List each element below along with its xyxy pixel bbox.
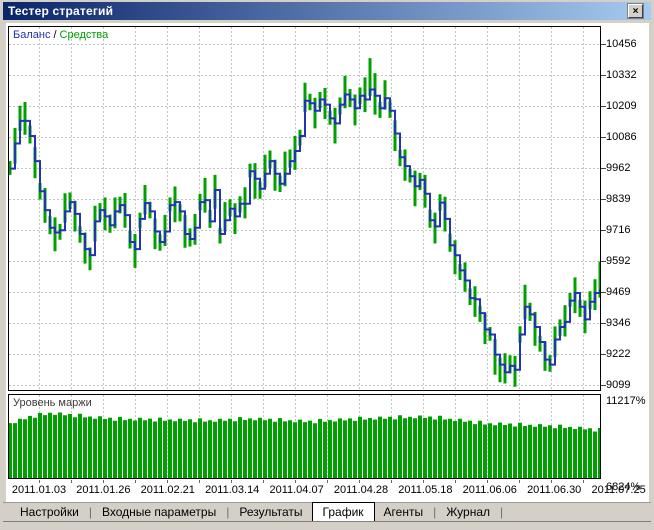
window-title: Тестер стратегий <box>8 4 114 18</box>
x-axis-tick <box>327 480 328 483</box>
tab-grafik[interactable]: График <box>311 502 375 521</box>
tab-5[interactable]: Журнал <box>437 505 499 519</box>
x-axis-label: 2011.04.28 <box>333 484 389 496</box>
tab-4[interactable]: Агенты <box>375 505 433 519</box>
margin-level-plot <box>9 395 600 478</box>
x-axis-tick <box>199 480 200 483</box>
y-axis-label: 9222 <box>606 348 631 360</box>
tab-separator: | <box>500 505 504 519</box>
x-axis-label: 2011.06.30 <box>527 484 582 496</box>
x-axis-label: 2011.03.14 <box>205 484 260 496</box>
x-axis-tick <box>359 480 360 483</box>
x-axis-tick <box>39 480 40 483</box>
balance-equity-chart-panel: Баланс / Средства <box>8 26 601 391</box>
x-axis-tick <box>487 480 488 483</box>
titlebar[interactable]: Тестер стратегий × <box>3 2 651 20</box>
x-axis-tick <box>519 480 520 483</box>
y-axis-label: 10086 <box>606 131 637 143</box>
y-axis-label: 9592 <box>606 255 631 267</box>
y-axis-label: 9839 <box>606 193 631 205</box>
x-axis-label: 2011.05.18 <box>398 484 453 496</box>
tab-bar: Настройки | Входные параметры | Результаты Гр… <box>3 502 651 522</box>
margin-level-chart-panel: Уровень маржи <box>8 394 601 479</box>
x-axis-label: 2011.02.21 <box>140 484 195 496</box>
x-axis-label: 2011.01.26 <box>76 484 131 496</box>
x-axis-tick <box>295 480 296 483</box>
x-axis-tick <box>103 480 104 483</box>
tab-strip: Настройки | Входные параметры | Результаты Гр… <box>11 502 504 521</box>
tester-chart-area: Баланс / Средства Уровень маржи 10456 10332… <box>6 23 649 502</box>
bottom-edge <box>0 523 654 530</box>
x-axis-label: 2011.06.06 <box>462 484 517 496</box>
x-axis-tick <box>135 480 136 483</box>
tab-0[interactable]: Настройки <box>11 505 88 519</box>
tab-1[interactable]: Входные параметры <box>93 505 225 519</box>
y-axis-label: 10332 <box>606 69 637 81</box>
x-axis-tick <box>231 480 232 483</box>
y-axis-label: 9346 <box>606 317 631 329</box>
y-axis-label: 9716 <box>606 224 631 236</box>
y-axis-label: 9962 <box>606 162 631 174</box>
legend-separator: / <box>53 29 57 41</box>
strategy-tester-window: Тестер стратегий × Баланс / Средства Урове… <box>0 0 654 530</box>
y-axis-label: 10209 <box>606 100 637 112</box>
y-axis-label: 10456 <box>606 38 637 50</box>
x-axis-tick <box>423 480 424 483</box>
chart-legend: Баланс / Средства <box>13 29 108 41</box>
y-axis-label: 9099 <box>606 379 631 391</box>
legend-balance-label: Баланс <box>13 29 51 41</box>
x-axis-tick <box>583 480 584 483</box>
x-axis-label: 2011.07.25 <box>591 484 646 496</box>
x-axis-tick <box>391 480 392 483</box>
close-button[interactable]: × <box>628 4 643 18</box>
x-axis-label: 2011.04.07 <box>269 484 324 496</box>
x-axis-tick <box>167 480 168 483</box>
x-axis-tick <box>71 480 72 483</box>
x-axis-tick <box>263 480 264 483</box>
margin-chart-label: Уровень маржи <box>13 397 92 409</box>
close-icon: × <box>632 5 639 17</box>
balance-equity-plot <box>9 27 600 390</box>
margin-max-label: 11217% <box>606 395 646 407</box>
tab-2[interactable]: Результаты <box>230 505 311 519</box>
x-axis-tick <box>551 480 552 483</box>
x-axis-label: 2011.01.03 <box>11 484 67 496</box>
legend-equity-label: Средства <box>59 29 109 41</box>
y-axis-label: 9469 <box>606 286 631 298</box>
x-axis-tick <box>455 480 456 483</box>
